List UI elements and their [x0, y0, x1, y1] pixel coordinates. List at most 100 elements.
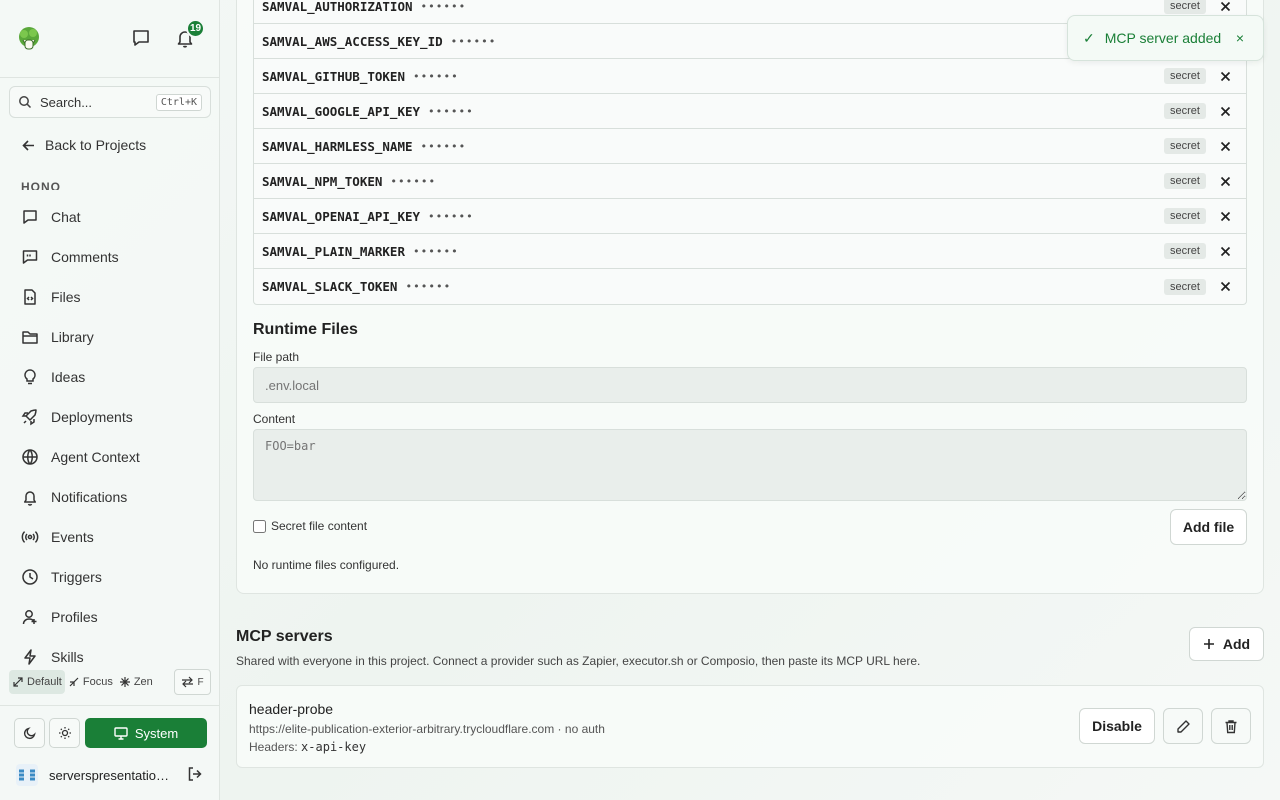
table-row: SAMVAL_PLAIN_MARKER •••••• secret — [254, 234, 1246, 269]
search-icon — [19, 96, 32, 109]
env-value: •••••• — [390, 174, 437, 188]
toast-close-button[interactable]: × — [1236, 30, 1244, 46]
disable-button[interactable]: Disable — [1079, 708, 1155, 744]
secret-file-checkbox-row[interactable]: Secret file content — [253, 519, 367, 533]
system-theme-label: System — [134, 725, 179, 741]
env-key: SAMVAL_SLACK_TOKEN — [262, 279, 398, 294]
env-key: SAMVAL_GOOGLE_API_KEY — [262, 103, 421, 119]
remove-env-button[interactable] — [1212, 106, 1238, 117]
content-label: Content — [253, 412, 296, 426]
close-icon — [1220, 211, 1230, 221]
mcp-description: Shared with everyone in this project. Co… — [236, 654, 921, 668]
mode-focus-button[interactable]: Focus — [65, 670, 116, 694]
sidebar-item-agent-context[interactable]: Agent Context — [0, 437, 220, 477]
env-key: SAMVAL_AWS_ACCESS_KEY_ID — [262, 33, 443, 49]
add-mcp-server-button[interactable]: Add — [1189, 627, 1264, 661]
search-input[interactable]: Search... Ctrl+K — [9, 86, 211, 118]
env-key: SAMVAL_OPENAI_API_KEY — [262, 208, 421, 224]
monitor-icon — [114, 726, 128, 740]
user-profile[interactable]: serverspresentation2... — [14, 762, 175, 788]
sidebar-item-comments[interactable]: Comments — [0, 237, 220, 277]
mode-default-label: Default — [27, 676, 62, 688]
layout-mode-switcher: Default Focus Zen — [9, 669, 169, 695]
profile-icon — [22, 610, 37, 625]
mode-default-button[interactable]: Default — [9, 670, 65, 694]
remove-env-button[interactable] — [1212, 246, 1238, 257]
runtime-files-title: Runtime Files — [253, 321, 358, 338]
remove-env-button[interactable] — [1212, 211, 1238, 222]
sidebar-item-triggers[interactable]: Triggers — [0, 557, 220, 597]
table-row: SAMVAL_GITHUB_TOKEN •••••• secret — [254, 59, 1246, 94]
mode-zen-label: Zen — [133, 676, 153, 688]
sidebar-item-skills[interactable]: Skills — [0, 637, 220, 665]
env-value: •••••• — [420, 139, 467, 153]
remove-env-button[interactable] — [1212, 176, 1238, 187]
logo-icon[interactable] — [16, 26, 42, 52]
table-row: SAMVAL_NPM_TOKEN •••••• secret — [254, 164, 1246, 199]
skills-icon — [24, 649, 36, 665]
library-icon — [22, 331, 38, 344]
edit-button[interactable] — [1163, 708, 1203, 744]
sidebar-item-chat[interactable]: Chat — [0, 197, 220, 237]
env-key: SAMVAL_PLAIN_MARKER — [262, 243, 405, 259]
lightbulb-icon — [24, 369, 36, 385]
sidebar-item-label: Skills — [51, 649, 84, 665]
close-icon — [1220, 71, 1230, 81]
plus-icon — [1203, 639, 1214, 649]
main-content: SAMVAL_AUTHORIZATION •••••• secret SAMVA… — [220, 0, 1280, 800]
mode-zen-button[interactable]: Zen — [116, 670, 156, 694]
add-file-button[interactable]: Add file — [1170, 509, 1247, 545]
pencil-icon — [1176, 719, 1190, 733]
system-theme-button[interactable]: System — [85, 718, 207, 748]
expand-icon — [13, 677, 23, 687]
light-theme-button[interactable] — [49, 718, 80, 748]
remove-env-button[interactable] — [1212, 71, 1238, 82]
remove-env-button[interactable] — [1212, 1, 1238, 12]
sidebar-item-library[interactable]: Library — [0, 317, 220, 357]
sidebar-item-label: Comments — [51, 249, 119, 265]
table-row: SAMVAL_OPENAI_API_KEY •••••• secret — [254, 199, 1246, 234]
remove-env-button[interactable] — [1212, 141, 1238, 152]
sidebar-item-profiles[interactable]: Profiles — [0, 597, 220, 637]
dark-theme-button[interactable] — [14, 718, 45, 748]
mcp-server-card: header-probe https://elite-publication-e… — [236, 685, 1264, 768]
logout-icon[interactable] — [187, 766, 203, 782]
sidebar-item-deployments[interactable]: Deployments — [0, 397, 220, 437]
broadcast-icon — [21, 531, 39, 543]
sidebar-nav: Chat Comments Files Library Ideas Deploy… — [0, 197, 220, 665]
close-icon — [1220, 141, 1230, 151]
arrow-left-icon — [22, 139, 34, 151]
chat-icon[interactable] — [130, 27, 152, 49]
globe-icon — [22, 449, 38, 465]
project-section-label: HONO — [21, 180, 61, 190]
sidebar-item-label: Library — [51, 329, 94, 345]
sidebar-item-files[interactable]: Files — [0, 277, 220, 317]
sidebar-item-label: Profiles — [51, 609, 98, 625]
moon-icon — [23, 727, 36, 740]
sidebar-item-events[interactable]: Events — [0, 517, 220, 557]
delete-button[interactable] — [1211, 708, 1251, 744]
remove-env-button[interactable] — [1212, 281, 1238, 292]
sidebar-header: 19 — [0, 0, 219, 78]
back-to-projects-link[interactable]: Back to Projects — [21, 137, 146, 153]
sidebar-item-label: Notifications — [51, 489, 128, 505]
secret-file-checkbox[interactable] — [253, 519, 266, 533]
swap-icon — [182, 676, 194, 688]
comments-icon — [22, 250, 38, 264]
table-row: SAMVAL_HARMLESS_NAME •••••• secret — [254, 129, 1246, 164]
mode-focus-label: Focus — [82, 676, 113, 688]
file-path-input[interactable] — [253, 367, 1247, 403]
sidebar-item-ideas[interactable]: Ideas — [0, 357, 220, 397]
env-value: •••••• — [413, 244, 459, 258]
secret-badge: secret — [1164, 138, 1206, 154]
close-icon — [1220, 281, 1230, 292]
sidebar: 19 Search... Ctrl+K Back to Projects HON… — [0, 0, 220, 800]
files-icon — [24, 289, 36, 305]
bell-icon — [23, 491, 37, 506]
sidebar-swap-button[interactable]: F — [174, 669, 211, 695]
sidebar-item-notifications[interactable]: Notifications — [0, 477, 220, 517]
sidebar-item-label: Files — [51, 289, 81, 305]
mcp-server-name: header-probe — [249, 701, 334, 717]
table-row: SAMVAL_SLACK_TOKEN •••••• secret — [254, 269, 1246, 304]
content-textarea[interactable] — [253, 429, 1247, 501]
